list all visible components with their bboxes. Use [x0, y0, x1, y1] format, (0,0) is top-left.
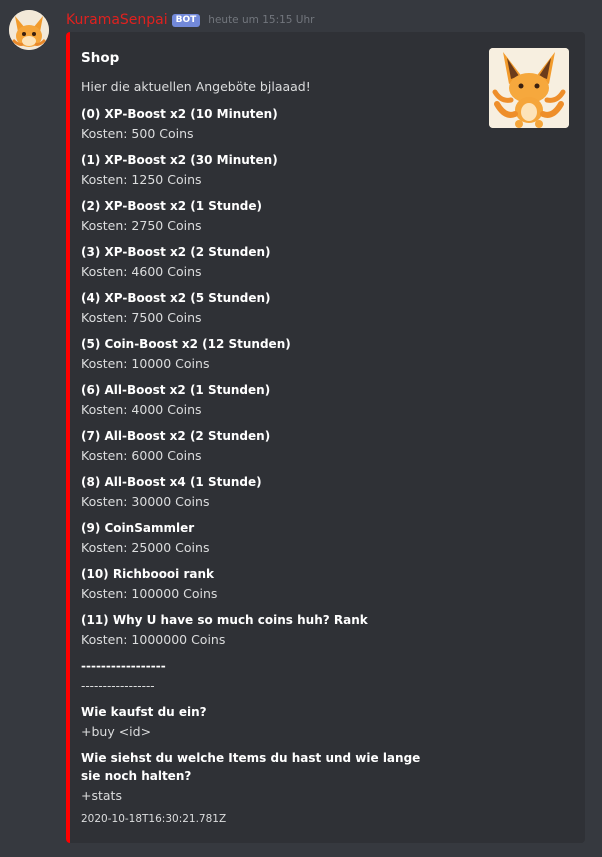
message-timestamp[interactable]: heute um 15:15 Uhr: [208, 14, 314, 26]
field-value-item-3: Kosten: 4600 Coins: [81, 264, 202, 279]
field-name-item-5: (5) Coin-Boost x2 (12 Stunden): [81, 337, 291, 351]
field-name-item-0: (0) XP-Boost x2 (10 Minuten): [81, 107, 278, 121]
field-value-item-10: Kosten: 100000 Coins: [81, 586, 218, 601]
field-name-item-6: (6) All-Boost x2 (1 Stunden): [81, 383, 271, 397]
fox-thumbnail-image: [489, 48, 569, 128]
embed-footer-timestamp: 2020-10-18T16:30:21.781Z: [81, 813, 227, 825]
field-value-item-9: Kosten: 25000 Coins: [81, 540, 210, 555]
separator-field-name: -----------------: [81, 659, 166, 673]
separator-field-value: -----------------: [81, 679, 155, 693]
field-name-item-7: (7) All-Boost x2 (2 Stunden): [81, 429, 271, 443]
field-value-item-2: Kosten: 2750 Coins: [81, 218, 202, 233]
username[interactable]: KuramaSenpai: [66, 12, 168, 28]
field-value-item-7: Kosten: 6000 Coins: [81, 448, 202, 463]
message-header: KuramaSenpai BOT heute um 15:15 Uhr: [66, 11, 314, 29]
field-name-how-to-buy: Wie kaufst du ein?: [81, 705, 207, 719]
field-value-item-1: Kosten: 1250 Coins: [81, 172, 202, 187]
bot-tag: BOT: [171, 13, 201, 27]
field-name-item-10: (10) Richboooi rank: [81, 567, 215, 581]
shop-embed: Shop Hier die aktuellen Angeböte bjlaaad…: [66, 32, 585, 843]
field-name-item-1: (1) XP-Boost x2 (30 Minuten): [81, 153, 278, 167]
field-name-item-9: (9) CoinSammler: [81, 521, 195, 535]
field-name-item-11: (11) Why U have so much coins huh? Rank: [81, 613, 368, 627]
field-value-item-4: Kosten: 7500 Coins: [81, 310, 202, 325]
embed-thumbnail[interactable]: [489, 48, 569, 128]
field-name-item-2: (2) XP-Boost x2 (1 Stunde): [81, 199, 262, 213]
field-name-how-to-see-items: Wie siehst du welche Items du hast und w…: [81, 751, 421, 783]
embed-title: Shop: [81, 50, 120, 66]
field-name-item-3: (3) XP-Boost x2 (2 Stunden): [81, 245, 271, 259]
embed-color-bar: [66, 32, 70, 843]
embed-description: Hier die aktuellen Angeböte bjlaaad!: [81, 79, 311, 94]
field-value-item-6: Kosten: 4000 Coins: [81, 402, 202, 417]
user-avatar[interactable]: [9, 10, 49, 50]
field-name-item-8: (8) All-Boost x4 (1 Stunde): [81, 475, 262, 489]
field-value-item-8: Kosten: 30000 Coins: [81, 494, 210, 509]
field-value-how-to-see-items: +stats: [81, 788, 122, 803]
field-value-how-to-buy: +buy <id>: [81, 724, 152, 739]
field-value-item-5: Kosten: 10000 Coins: [81, 356, 210, 371]
fox-avatar-image: [9, 10, 49, 50]
field-name-item-4: (4) XP-Boost x2 (5 Stunden): [81, 291, 271, 305]
field-value-item-0: Kosten: 500 Coins: [81, 126, 194, 141]
field-value-item-11: Kosten: 1000000 Coins: [81, 632, 226, 647]
